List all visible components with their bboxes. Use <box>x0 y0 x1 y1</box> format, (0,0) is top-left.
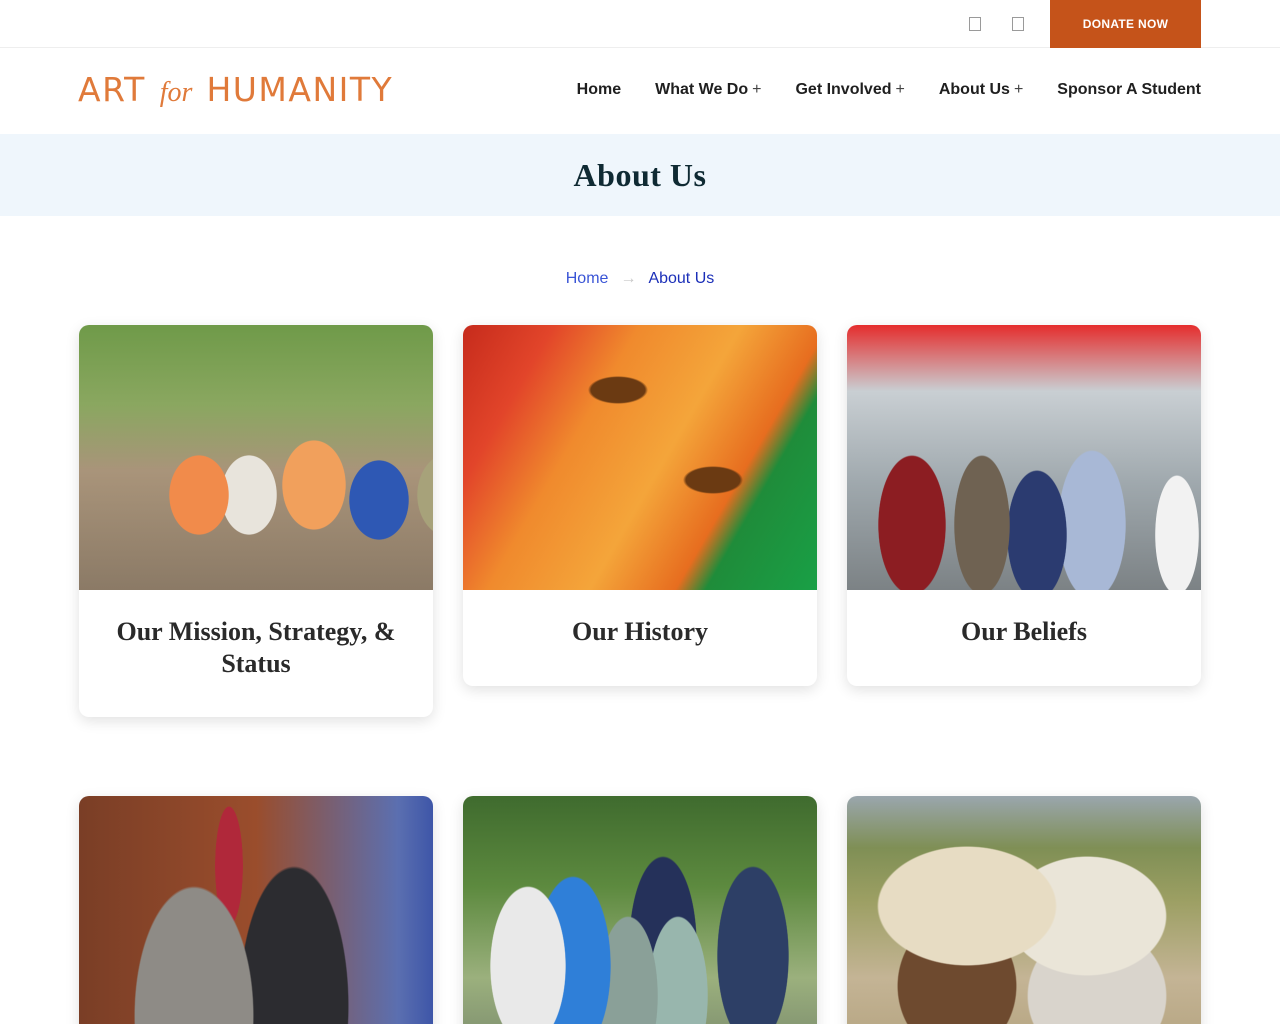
logo-humanity: HUMANITY <box>206 70 394 109</box>
site-header: ART for HUMANITY Home What We Do + Get In… <box>0 48 1280 134</box>
card-our-beliefs[interactable]: Our Beliefs <box>847 325 1201 686</box>
card-title[interactable]: Our Beliefs <box>847 590 1201 648</box>
card-our-mission[interactable]: Our Mission, Strategy, & Status <box>79 325 433 717</box>
card-title[interactable]: Our Mission, Strategy, & Status <box>79 590 433 680</box>
donate-now-button[interactable]: DONATE NOW <box>1050 0 1201 48</box>
nav-label: Sponsor A Student <box>1057 81 1201 98</box>
nav-label: About Us <box>938 81 1010 98</box>
nav-label: Get Involved <box>795 81 892 98</box>
page-title-band: About Us <box>0 134 1280 216</box>
card-our-history[interactable]: Our History <box>463 325 817 686</box>
card-horses[interactable] <box>847 796 1201 1024</box>
arrow-right-icon: → <box>620 270 637 287</box>
breadcrumb: Home → About Us <box>0 270 1280 288</box>
main-nav: Home What We Do + Get Involved + About Us +… <box>543 81 1201 99</box>
children-photo[interactable] <box>79 325 433 590</box>
painting-photo[interactable] <box>463 325 817 590</box>
nav-item-get-involved[interactable]: Get Involved + <box>795 81 904 99</box>
breadcrumb-current: About Us <box>648 270 715 287</box>
card-title[interactable]: Our History <box>463 590 817 648</box>
card-volunteers[interactable] <box>463 796 817 1024</box>
nav-item-home[interactable]: Home <box>577 81 621 99</box>
nav-label: Home <box>576 81 622 98</box>
nav-label: What We Do <box>655 81 749 98</box>
nav-item-sponsor-a-student[interactable]: Sponsor A Student <box>1057 81 1201 99</box>
officials-photo[interactable] <box>79 796 433 1024</box>
page-title: About Us <box>573 156 707 193</box>
nav-item-about-us[interactable]: About Us + <box>939 81 1023 99</box>
plus-icon[interactable]: + <box>1014 81 1023 98</box>
plus-icon[interactable]: + <box>896 81 905 98</box>
horses-photo[interactable] <box>847 796 1201 1024</box>
nav-item-what-we-do[interactable]: What We Do + <box>655 81 761 99</box>
social-icon-2[interactable] <box>1012 17 1024 31</box>
logo-art: ART <box>78 70 146 109</box>
volunteers-photo[interactable] <box>463 796 817 1024</box>
breadcrumb-home-link[interactable]: Home <box>566 270 609 288</box>
plus-icon[interactable]: + <box>752 81 761 98</box>
playground-photo[interactable] <box>847 325 1201 590</box>
social-icon-1[interactable] <box>969 17 981 31</box>
card-officials[interactable] <box>79 796 433 1024</box>
site-logo[interactable]: ART for HUMANITY <box>78 70 393 109</box>
logo-for: for <box>159 77 193 108</box>
top-bar: DONATE NOW <box>0 0 1280 48</box>
